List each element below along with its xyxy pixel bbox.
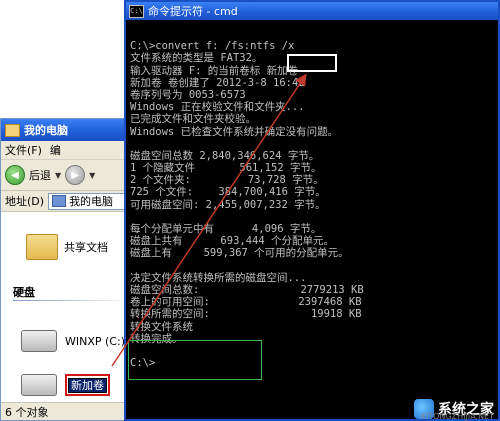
hard-drive-icon bbox=[21, 330, 57, 352]
console-line: Windows 已检查文件系统并确定没有问题。 bbox=[130, 125, 339, 138]
explorer-content: 共享文档 硬盘 WINXP (C:) 新加卷 bbox=[1, 212, 134, 402]
console-line: 磁盘上共有 693,444 个分配单元。 bbox=[130, 235, 335, 248]
folder-icon bbox=[26, 234, 58, 260]
console-line: 磁盘空间总数 2,840,346,624 字节。 bbox=[130, 149, 320, 162]
address-bar: 地址(D) 我的电脑 bbox=[1, 191, 134, 212]
status-text: 6 个对象 bbox=[5, 405, 49, 419]
rename-highlight-box: 新加卷 bbox=[65, 374, 110, 396]
menu-edit[interactable]: 编 bbox=[50, 142, 61, 158]
hard-drive-icon bbox=[21, 374, 57, 396]
drive-c-label: WINXP (C:) bbox=[65, 334, 125, 348]
computer-icon bbox=[52, 195, 67, 207]
console-line: 可用磁盘空间: 2,455,007,232 字节。 bbox=[130, 198, 326, 211]
console-line: 新加卷 卷创建了 2012-3-8 16:42 bbox=[130, 76, 305, 89]
watermark-url: XITONGZHIJIA.NET bbox=[420, 412, 494, 421]
section-divider bbox=[13, 300, 133, 301]
console-line: 1 个隐藏文件 561,152 字节。 bbox=[130, 162, 322, 175]
console-line: 已完成文件和文件夹校验。 bbox=[130, 113, 256, 126]
console-line: 卷序列号为 0053-6573 bbox=[130, 88, 246, 101]
rename-input[interactable]: 新加卷 bbox=[68, 378, 107, 393]
explorer-toolbar: ◀ 后退 ▼ ▶ ▼ bbox=[1, 160, 134, 191]
cmd-title: 命令提示符 - cmd bbox=[148, 5, 238, 18]
console-line: 每个分配单元中有 4,096 字节。 bbox=[130, 223, 322, 235]
explorer-title: 我的电脑 bbox=[24, 124, 68, 137]
back-dropdown-icon[interactable]: ▼ bbox=[55, 171, 61, 180]
console-line: 725 个文件: 384,700,416 字节。 bbox=[130, 186, 326, 199]
my-computer-icon bbox=[5, 123, 20, 137]
explorer-title-bar[interactable]: 我的电脑 bbox=[1, 119, 134, 141]
console-line: Windows 正在校验文件和文件夹... bbox=[130, 101, 305, 114]
shared-docs-label: 共享文档 bbox=[64, 241, 108, 254]
address-value: 我的电脑 bbox=[69, 195, 114, 208]
cmd-title-bar[interactable]: C:\ 命令提示符 - cmd bbox=[126, 2, 498, 20]
console-line: C:\>convert f: /fs:ntfs /x bbox=[130, 40, 295, 53]
console-output[interactable]: C:\>convert f: /fs:ntfs /x 文件系统的类型是 FAT32… bbox=[130, 28, 494, 369]
explorer-menu-bar: 文件(F) 编 bbox=[1, 141, 134, 160]
address-label: 地址(D) bbox=[5, 195, 45, 208]
back-arrow-icon[interactable]: ◀ bbox=[5, 165, 25, 185]
drive-f-item[interactable]: 新加卷 bbox=[21, 374, 110, 396]
address-input[interactable]: 我的电脑 bbox=[48, 192, 134, 210]
console-line: 决定文件系统转换所需的磁盘空间... bbox=[130, 271, 307, 284]
explorer-window: 我的电脑 文件(F) 编 ◀ 后退 ▼ ▶ ▼ 地址(D) 我的电脑 共享文档 … bbox=[0, 118, 136, 421]
menu-file[interactable]: 文件(F) bbox=[5, 142, 42, 158]
back-button[interactable]: 后退 bbox=[29, 167, 51, 183]
console-line: 卷上的可用空间: 2397468 KB bbox=[130, 296, 362, 309]
forward-dropdown-icon[interactable]: ▼ bbox=[89, 171, 95, 180]
console-icon: C:\ bbox=[129, 4, 144, 18]
cmd-window: C:\ 命令提示符 - cmd C:\>convert f: /fs:ntfs … bbox=[124, 0, 500, 421]
forward-arrow-icon[interactable]: ▶ bbox=[65, 165, 86, 185]
console-line: 转换所需的空间: 19918 KB bbox=[130, 308, 362, 321]
section-heading-disk: 硬盘 bbox=[13, 286, 35, 299]
shared-docs-item[interactable]: 共享文档 bbox=[26, 234, 108, 260]
status-bar: 6 个对象 bbox=[1, 402, 136, 420]
console-line: 2 个文件夹: 73,728 字节。 bbox=[130, 174, 324, 187]
console-line: 磁盘上有 599,367 个可用的分配单元。 bbox=[130, 247, 349, 260]
volume-label-highlight bbox=[287, 54, 337, 72]
console-line: 磁盘空间总数: 2779213 KB bbox=[130, 283, 364, 296]
drive-c-item[interactable]: WINXP (C:) bbox=[21, 330, 125, 352]
console-line: 转换文件系统 bbox=[130, 320, 193, 333]
conversion-complete-highlight bbox=[128, 340, 262, 380]
